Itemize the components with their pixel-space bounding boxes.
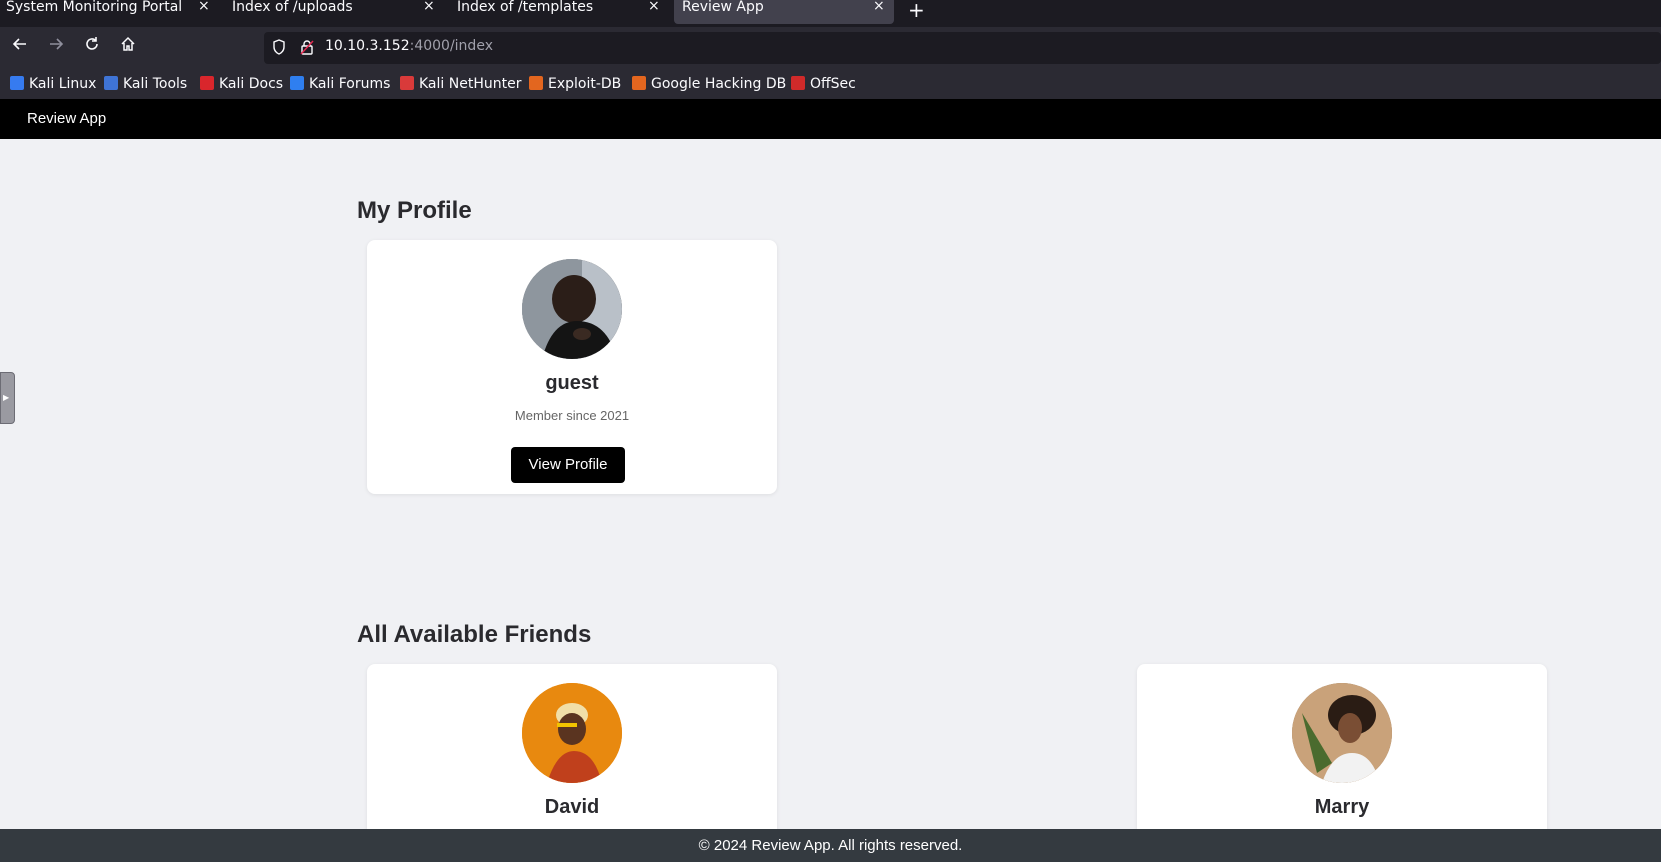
bookmark-kali-forums[interactable]: Kali Forums [290, 76, 390, 92]
exploit-db-icon [529, 76, 543, 90]
avatar [522, 683, 622, 783]
kali-forums-icon [290, 76, 304, 90]
kali-tools-icon [104, 76, 118, 90]
bookmark-google-hacking-db[interactable]: Google Hacking DB [632, 76, 786, 92]
reload-icon[interactable] [80, 35, 104, 59]
new-tab-button[interactable]: + [908, 0, 925, 22]
tab-close-icon[interactable]: × [198, 0, 210, 13]
tab-review-app[interactable]: Review App × [674, 0, 894, 24]
home-icon[interactable] [116, 35, 140, 59]
my-profile-card: guest Member since 2021 View Profile [367, 240, 777, 494]
bookmark-kali-docs[interactable]: Kali Docs [200, 76, 283, 92]
bookmark-label: OffSec [810, 76, 856, 92]
bookmarks-toolbar: Kali Linux Kali Tools Kali Docs Kali For… [0, 69, 1661, 99]
tab-index-templates[interactable]: Index of /templates × [451, 0, 663, 24]
profile-name: guest [545, 372, 599, 394]
back-arrow-icon[interactable] [8, 35, 32, 59]
tab-title: Index of /uploads [232, 0, 353, 15]
friend-name: David [544, 796, 600, 818]
url-text: 10.10.3.152:4000/index [325, 38, 493, 54]
expand-arrow-icon: ▶ [3, 393, 10, 402]
tab-close-icon[interactable]: × [648, 0, 660, 13]
forward-arrow-icon[interactable] [44, 35, 68, 59]
url-host: 10.10.3.152 [325, 38, 410, 54]
app-header: Review App [0, 99, 1661, 139]
avatar [522, 259, 622, 359]
bookmark-label: Kali Linux [29, 76, 97, 92]
bookmark-label: Kali Docs [219, 76, 284, 92]
kali-dragon-icon [10, 76, 24, 90]
bookmark-kali-nethunter[interactable]: Kali NetHunter [400, 76, 521, 92]
my-profile-heading: My Profile [357, 197, 472, 224]
friend-card: David [367, 664, 777, 844]
tab-close-icon[interactable]: × [873, 0, 885, 13]
tab-title: Review App [682, 0, 764, 15]
bookmark-exploit-db[interactable]: Exploit-DB [529, 76, 621, 92]
url-path: :4000/index [409, 38, 493, 54]
kali-docs-icon [200, 76, 214, 90]
lock-icon[interactable] [300, 39, 314, 55]
friends-heading: All Available Friends [357, 621, 592, 648]
tab-index-uploads[interactable]: Index of /uploads × [226, 0, 438, 24]
bookmark-kali-tools[interactable]: Kali Tools [104, 76, 187, 92]
browser-nav-bar: 10.10.3.152:4000/index [0, 27, 1661, 69]
bookmark-label: Google Hacking DB [651, 76, 787, 92]
offsec-icon [791, 76, 805, 90]
shield-icon[interactable] [272, 39, 286, 55]
tab-system-monitoring-portal[interactable]: System Monitoring Portal × [0, 0, 212, 24]
brand-link[interactable]: Review App [27, 110, 106, 127]
member-since: Member since 2021 [514, 408, 630, 423]
tab-title: Index of /templates [457, 0, 594, 15]
friend-card: Marry [1137, 664, 1547, 844]
bookmark-label: Exploit-DB [548, 76, 622, 92]
bookmark-label: Kali Forums [309, 76, 391, 92]
tab-close-icon[interactable]: × [423, 0, 435, 13]
url-bar[interactable]: 10.10.3.152:4000/index [264, 32, 1661, 64]
bookmark-label: Kali Tools [123, 76, 188, 92]
friend-name: Marry [1314, 796, 1370, 818]
bookmark-offsec[interactable]: OffSec [791, 76, 856, 92]
page-footer: © 2024 Review App. All rights reserved. [0, 829, 1661, 862]
view-profile-button[interactable]: View Profile [511, 447, 625, 483]
google-hacking-db-icon [632, 76, 646, 90]
bookmark-kali-linux[interactable]: Kali Linux [10, 76, 96, 92]
kali-nethunter-icon [400, 76, 414, 90]
sidebar-toggle-handle[interactable]: ▶ [0, 372, 15, 424]
tab-title: System Monitoring Portal [6, 0, 183, 15]
avatar [1292, 683, 1392, 783]
bookmark-label: Kali NetHunter [419, 76, 522, 92]
browser-tab-bar: System Monitoring Portal × Index of /upl… [0, 0, 1661, 27]
